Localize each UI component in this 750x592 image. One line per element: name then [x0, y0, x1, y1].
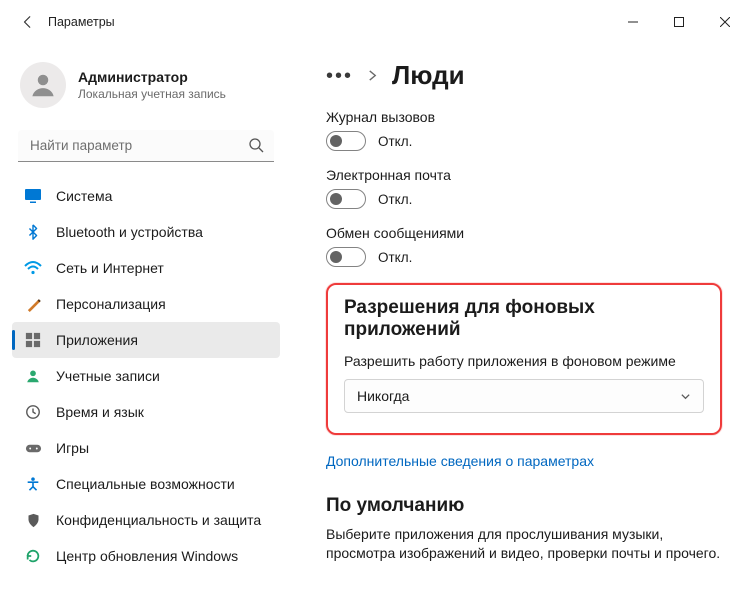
sidebar-item-label: Система [56, 188, 112, 204]
monitor-icon [24, 187, 42, 205]
sidebar-item-accessibility[interactable]: Специальные возможности [12, 466, 280, 502]
sidebar-item-apps[interactable]: Приложения [12, 322, 280, 358]
sidebar-item-label: Приложения [56, 332, 138, 348]
page-title: Люди [392, 60, 465, 91]
search-input[interactable] [18, 130, 274, 162]
back-button[interactable] [16, 10, 40, 34]
maximize-button[interactable] [656, 6, 702, 38]
sidebar-item-label: Bluetooth и устройства [56, 224, 203, 240]
user-block[interactable]: Администратор Локальная учетная запись [8, 50, 284, 126]
user-name: Администратор [78, 69, 226, 85]
gamepad-icon [24, 439, 42, 457]
avatar [20, 62, 66, 108]
toggle-email[interactable] [326, 189, 366, 209]
sidebar-item-system[interactable]: Система [12, 178, 280, 214]
sidebar-item-label: Специальные возможности [56, 476, 235, 492]
select-value: Никогда [357, 388, 409, 404]
sidebar: Администратор Локальная учетная запись С… [0, 44, 290, 592]
toggle-state: Откл. [378, 250, 412, 265]
sidebar-item-label: Учетные записи [56, 368, 160, 384]
learn-more-link[interactable]: Дополнительные сведения о параметрах [326, 453, 594, 469]
titlebar: Параметры [0, 0, 750, 44]
search-icon [248, 137, 264, 153]
breadcrumb-overflow[interactable]: ••• [326, 66, 353, 86]
main-content: ••• Люди Журнал вызовов Откл. Электронна… [290, 44, 750, 592]
shield-icon [24, 511, 42, 529]
setting-call-history: Журнал вызовов Откл. [326, 109, 722, 151]
wifi-icon [24, 259, 42, 277]
panel-desc: Разрешить работу приложения в фоновом ре… [344, 353, 704, 369]
toggle-messaging[interactable] [326, 247, 366, 267]
setting-messaging: Обмен сообщениями Откл. [326, 225, 722, 267]
section-title: По умолчанию [326, 495, 722, 517]
sidebar-item-label: Конфиденциальность и защита [56, 512, 261, 528]
sidebar-item-bluetooth[interactable]: Bluetooth и устройства [12, 214, 280, 250]
section-desc: Выберите приложения для прослушивания му… [326, 525, 722, 563]
sidebar-item-windows-update[interactable]: Центр обновления Windows [12, 538, 280, 574]
breadcrumb: ••• Люди [326, 60, 722, 91]
background-mode-select[interactable]: Никогда [344, 379, 704, 413]
close-button[interactable] [702, 6, 748, 38]
apps-icon [24, 331, 42, 349]
update-icon [24, 547, 42, 565]
defaults-section: По умолчанию Выберите приложения для про… [326, 495, 722, 563]
sidebar-item-label: Время и язык [56, 404, 144, 420]
bluetooth-icon [24, 223, 42, 241]
sidebar-item-label: Сеть и Интернет [56, 260, 164, 276]
sidebar-item-gaming[interactable]: Игры [12, 430, 280, 466]
toggle-state: Откл. [378, 134, 412, 149]
sidebar-item-label: Персонализация [56, 296, 166, 312]
sidebar-item-label: Игры [56, 440, 89, 456]
window-title: Параметры [48, 15, 115, 29]
chevron-right-icon [367, 70, 378, 81]
setting-label: Электронная почта [326, 167, 722, 183]
setting-email: Электронная почта Откл. [326, 167, 722, 209]
sidebar-item-network[interactable]: Сеть и Интернет [12, 250, 280, 286]
person-icon [24, 367, 42, 385]
toggle-state: Откл. [378, 192, 412, 207]
setting-label: Журнал вызовов [326, 109, 722, 125]
accessibility-icon [24, 475, 42, 493]
panel-title: Разрешения для фоновых приложений [344, 297, 704, 341]
minimize-button[interactable] [610, 6, 656, 38]
chevron-down-icon [680, 391, 691, 402]
brush-icon [24, 295, 42, 313]
nav-list: Система Bluetooth и устройства Сеть и Ин… [8, 174, 284, 578]
search-box [18, 130, 274, 162]
sidebar-item-personalization[interactable]: Персонализация [12, 286, 280, 322]
sidebar-item-accounts[interactable]: Учетные записи [12, 358, 280, 394]
sidebar-item-label: Центр обновления Windows [56, 548, 238, 564]
user-subtitle: Локальная учетная запись [78, 87, 226, 101]
background-apps-panel: Разрешения для фоновых приложений Разреш… [326, 283, 722, 435]
sidebar-item-privacy[interactable]: Конфиденциальность и защита [12, 502, 280, 538]
clock-icon [24, 403, 42, 421]
sidebar-item-time-language[interactable]: Время и язык [12, 394, 280, 430]
setting-label: Обмен сообщениями [326, 225, 722, 241]
toggle-call-history[interactable] [326, 131, 366, 151]
window-controls [610, 6, 748, 38]
